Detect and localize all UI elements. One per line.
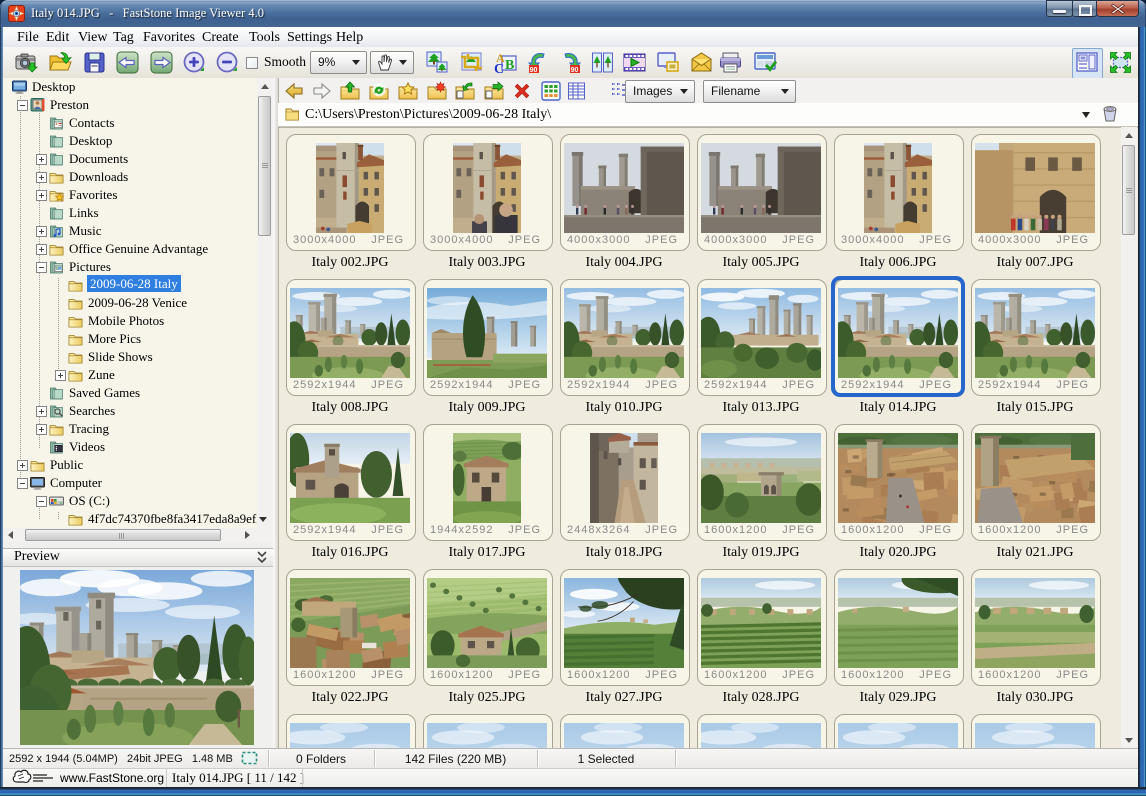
svg-text:C: C [494,62,504,74]
svg-text:90: 90 [530,67,538,74]
svg-text:B: B [505,58,514,73]
svg-text:90: 90 [571,67,579,74]
